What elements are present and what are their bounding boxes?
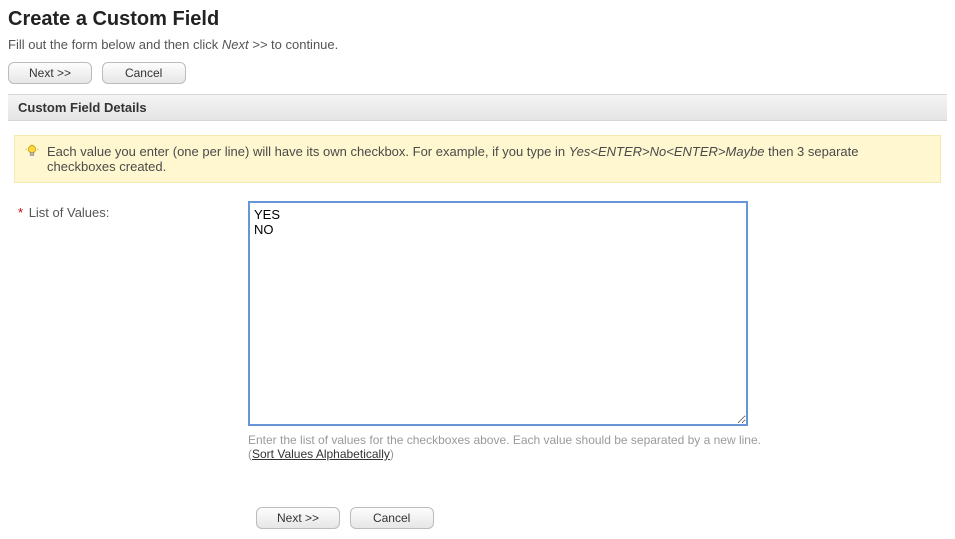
page-title: Create a Custom Field	[8, 8, 947, 31]
help-text: Enter the list of values for the checkbo…	[248, 433, 768, 461]
cancel-button[interactable]: Cancel	[102, 62, 186, 84]
instruction-prefix: Fill out the form below and then click	[8, 37, 222, 52]
help-text-line: Enter the list of values for the checkbo…	[248, 433, 761, 447]
cancel-button-bottom[interactable]: Cancel	[350, 507, 434, 529]
next-button-bottom[interactable]: Next >>	[256, 507, 340, 529]
label-text: List of Values:	[29, 205, 110, 220]
hint-prefix: Each value you enter (one per line) will…	[47, 144, 569, 159]
hint-italic: Yes<ENTER>No<ENTER>Maybe	[569, 144, 765, 159]
form-field-values: Enter the list of values for the checkbo…	[248, 201, 937, 461]
form-label-values: * List of Values:	[18, 201, 248, 220]
form-row-values: * List of Values: Enter the list of valu…	[8, 201, 947, 461]
hint-text: Each value you enter (one per line) will…	[47, 144, 930, 174]
values-textarea[interactable]	[248, 201, 748, 426]
lightbulb-icon	[25, 144, 39, 158]
page-instruction: Fill out the form below and then click N…	[8, 37, 947, 52]
top-button-row: Next >> Cancel	[8, 62, 947, 84]
bottom-button-row: Next >> Cancel	[256, 507, 947, 529]
instruction-suffix: to continue.	[267, 37, 338, 52]
next-button[interactable]: Next >>	[8, 62, 92, 84]
sort-values-link[interactable]: Sort Values Alphabetically	[252, 447, 390, 461]
section-header: Custom Field Details	[8, 94, 947, 121]
instruction-italic: Next >>	[222, 37, 268, 52]
hint-box: Each value you enter (one per line) will…	[14, 135, 941, 183]
required-asterisk: *	[18, 205, 23, 220]
